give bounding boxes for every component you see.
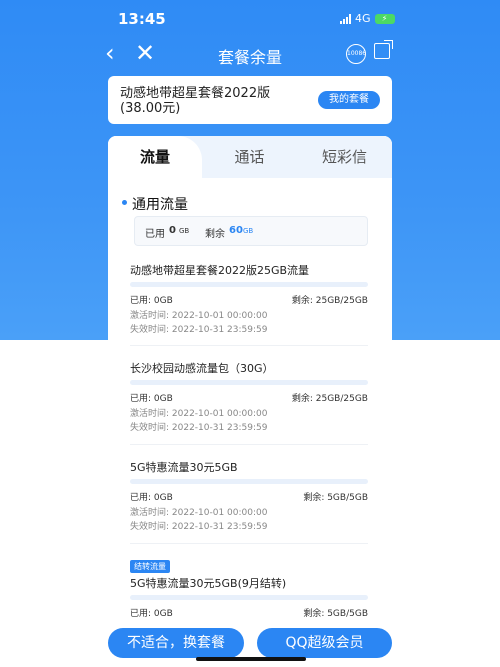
usage-row: 已用: 0GB 剩余: 25GB/25GB bbox=[130, 391, 368, 404]
list-item: 动感地带超星套餐2022版25GB流量 已用: 0GB 剩余: 25GB/25G… bbox=[130, 262, 368, 337]
rollover-tag: 结转流量 bbox=[130, 560, 170, 573]
remain-label: 剩余 bbox=[205, 229, 225, 240]
remain-text: 剩余: 25GB/25GB bbox=[291, 394, 368, 404]
activate-time: 激活时间: 2022-10-01 00:00:00 bbox=[130, 311, 268, 321]
used-unit: GB bbox=[179, 227, 190, 235]
share-icon[interactable] bbox=[374, 40, 393, 59]
network-type: 4G bbox=[355, 12, 371, 25]
section-title-text: 通用流量 bbox=[132, 197, 188, 213]
used-text: 已用: 0GB bbox=[130, 394, 173, 404]
usage-progress-bar bbox=[130, 595, 368, 600]
home-indicator bbox=[196, 657, 306, 661]
tab-data[interactable]: 流量 bbox=[108, 136, 202, 178]
used-label: 已用 bbox=[145, 229, 165, 240]
activate-time: 激活时间: 2022-10-01 00:00:00 bbox=[130, 508, 268, 518]
page-title: 套餐余量 bbox=[217, 48, 282, 67]
divider bbox=[130, 543, 368, 544]
status-bar: 13:45 4G ⚡ bbox=[0, 0, 500, 36]
signal-icon bbox=[340, 13, 351, 24]
item-title: 动感地带超星套餐2022版25GB流量 bbox=[130, 264, 310, 277]
status-time: 13:45 bbox=[118, 10, 166, 28]
qq-vip-button[interactable]: QQ超级会员 bbox=[257, 628, 392, 658]
usage-tabs: 流量 通话 短彩信 bbox=[108, 136, 392, 178]
divider bbox=[130, 345, 368, 346]
item-title: 长沙校园动感流量包（30G） bbox=[130, 362, 274, 375]
navigation-bar: ‹ ✕ 套餐余量 10086 bbox=[0, 36, 500, 72]
package-card: 动感地带超星套餐2022版(38.00元) 我的套餐 bbox=[108, 76, 392, 124]
list-item: 结转流量 5G特惠流量30元5GB(9月结转) 已用: 0GB 剩余: 5GB/… bbox=[130, 554, 368, 619]
list-item: 5G特惠流量30元5GB 已用: 0GB 剩余: 5GB/5GB 激活时间: 2… bbox=[130, 459, 368, 534]
remain-text: 剩余: 5GB/5GB bbox=[303, 609, 368, 619]
bullet-dot-icon bbox=[122, 200, 127, 205]
used-value: 0 bbox=[169, 225, 176, 236]
item-dates: 激活时间: 2022-10-01 00:00:00 失效时间: 2022-10-… bbox=[130, 506, 368, 534]
remain-text: 剩余: 5GB/5GB bbox=[303, 493, 368, 503]
expire-time: 失效时间: 2022-10-31 23:59:59 bbox=[130, 423, 268, 433]
item-dates: 激活时间: 2022-10-01 00:00:00 失效时间: 2022-10-… bbox=[130, 309, 368, 337]
my-package-button[interactable]: 我的套餐 bbox=[318, 91, 380, 109]
customer-service-icon[interactable]: 10086 bbox=[346, 44, 366, 64]
used-text: 已用: 0GB bbox=[130, 493, 173, 503]
usage-row: 已用: 0GB 剩余: 5GB/5GB bbox=[130, 606, 368, 619]
usage-progress-bar bbox=[130, 479, 368, 484]
remain-unit: GB bbox=[243, 227, 254, 235]
activate-time: 激活时间: 2022-10-01 00:00:00 bbox=[130, 409, 268, 419]
divider bbox=[130, 444, 368, 445]
change-plan-button[interactable]: 不适合，换套餐 bbox=[108, 628, 244, 658]
item-title: 5G特惠流量30元5GB(9月结转) bbox=[130, 577, 287, 590]
usage-panel: 流量 通话 短彩信 通用流量 已用 0 GB 剩余 60 GB 动感地带超星套餐… bbox=[108, 136, 392, 626]
tab-sms[interactable]: 短彩信 bbox=[297, 136, 392, 178]
battery-charging-icon: ⚡ bbox=[374, 13, 395, 24]
usage-row: 已用: 0GB 剩余: 5GB/5GB bbox=[130, 490, 368, 503]
data-summary: 已用 0 GB 剩余 60 GB bbox=[134, 216, 368, 246]
remain-value: 60 bbox=[229, 225, 243, 236]
remain-text: 剩余: 25GB/25GB bbox=[291, 296, 368, 306]
expire-time: 失效时间: 2022-10-31 23:59:59 bbox=[130, 325, 268, 335]
used-text: 已用: 0GB bbox=[130, 609, 173, 619]
tab-calls[interactable]: 通话 bbox=[202, 136, 297, 178]
item-dates: 激活时间: 2022-10-01 00:00:00 失效时间: 2022-10-… bbox=[130, 407, 368, 435]
used-text: 已用: 0GB bbox=[130, 296, 173, 306]
expire-time: 失效时间: 2022-10-31 23:59:59 bbox=[130, 522, 268, 532]
usage-progress-bar bbox=[130, 380, 368, 385]
usage-row: 已用: 0GB 剩余: 25GB/25GB bbox=[130, 293, 368, 306]
status-indicators: 4G ⚡ bbox=[340, 12, 395, 25]
list-item: 长沙校园动感流量包（30G） 已用: 0GB 剩余: 25GB/25GB 激活时… bbox=[130, 360, 368, 435]
usage-progress-bar bbox=[130, 282, 368, 287]
phone-screen: 13:45 4G ⚡ ‹ ✕ 套餐余量 10086 动感地带超星套餐2022版(… bbox=[0, 0, 500, 667]
package-name: 动感地带超星套餐2022版(38.00元) bbox=[120, 86, 271, 116]
section-title: 通用流量 bbox=[122, 194, 188, 214]
item-title: 5G特惠流量30元5GB bbox=[130, 461, 238, 474]
